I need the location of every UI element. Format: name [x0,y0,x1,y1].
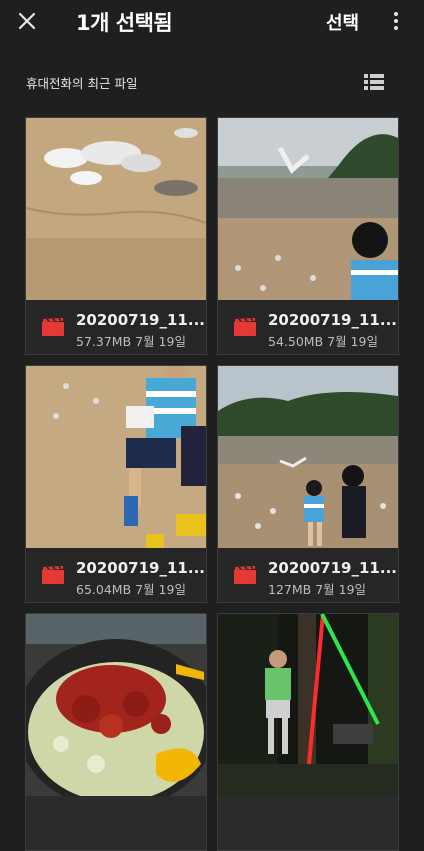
file-info: 57.37MB 7월 19일 [76,334,186,349]
video-file-icon [42,318,64,336]
file-info: 127MB 7월 19일 [268,582,367,597]
video-thumbnail [218,118,398,300]
file-name: 20200719_11... [268,559,397,577]
video-file-icon [42,566,64,584]
image-thumbnail [26,614,206,796]
video-thumbnail [218,366,398,548]
list-view-icon[interactable] [362,72,386,92]
file-meta: 20200719_11... 65.04MB 7월 19일 [26,548,206,602]
file-info: 65.04MB 7월 19일 [76,582,186,597]
file-meta: 20200719_11... 54.50MB 7월 19일 [218,300,398,354]
file-meta: 20200719_11... 57.37MB 7월 19일 [26,300,206,354]
file-name: 20200719_11... [268,311,397,329]
top-app-bar: 1개 선택됨 선택 [0,0,424,44]
select-button[interactable]: 선택 [326,9,359,35]
file-name: 20200719_11... [76,559,205,577]
close-icon[interactable] [14,8,40,34]
file-card[interactable]: 20200719_11... 127MB 7월 19일 [217,365,399,603]
video-thumbnail [218,614,398,796]
file-info: 54.50MB 7월 19일 [268,334,378,349]
selection-count-title: 1개 선택됨 [76,11,173,35]
file-card[interactable] [217,613,399,851]
file-card[interactable]: 20200719_11... 57.37MB 7월 19일 [25,117,207,355]
file-name: 20200719_11... [76,311,205,329]
video-thumbnail [26,118,206,300]
video-file-icon [234,566,256,584]
file-card[interactable]: 20200719_11... 54.50MB 7월 19일 [217,117,399,355]
section-label: 휴대전화의 최근 파일 [26,76,138,91]
video-thumbnail [26,366,206,548]
file-card[interactable]: 20200719_11... 65.04MB 7월 19일 [25,365,207,603]
video-file-icon [234,318,256,336]
file-card[interactable] [25,613,207,851]
more-vert-icon[interactable] [386,10,406,32]
file-meta: 20200719_11... 127MB 7월 19일 [218,548,398,602]
